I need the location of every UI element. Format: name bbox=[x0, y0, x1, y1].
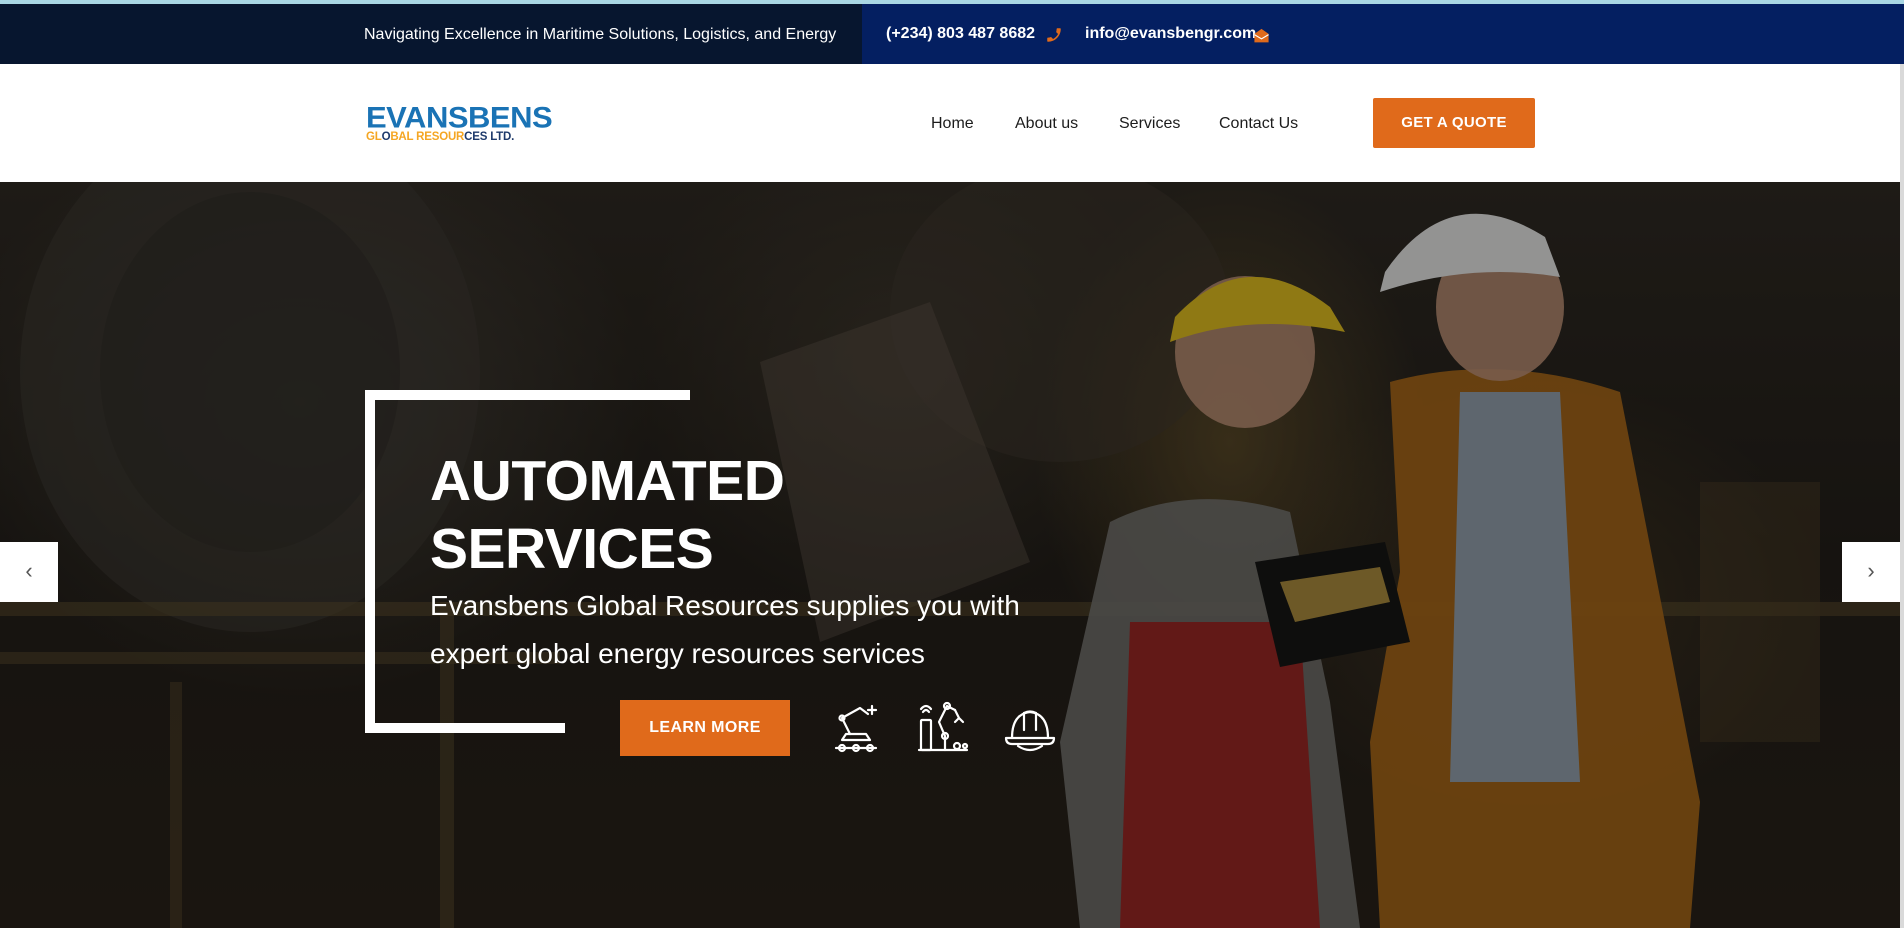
learn-more-button[interactable]: LEARN MORE bbox=[620, 700, 790, 756]
hero-slider: AUTOMATED SERVICES Evansbens Global Reso… bbox=[0, 182, 1904, 928]
main-header: EVANSBENS GLOBAL RESOURCES LTD. Home Abo… bbox=[0, 64, 1904, 182]
robot-arm-conveyor-icon bbox=[834, 704, 878, 753]
company-logo[interactable]: EVANSBENS GLOBAL RESOURCES LTD. bbox=[366, 100, 553, 150]
phone-icon bbox=[1047, 28, 1061, 42]
hard-hat-icon bbox=[1004, 710, 1056, 752]
get-a-quote-button[interactable]: GET A QUOTE bbox=[1373, 98, 1535, 148]
phone-link[interactable]: (+234) 803 487 8682 bbox=[886, 25, 1035, 43]
slider-prev-arrow[interactable]: ‹ bbox=[0, 542, 58, 602]
industrial-robot-icon bbox=[917, 701, 969, 752]
hero-title-line1: AUTOMATED bbox=[430, 449, 785, 513]
page-scrollbar[interactable] bbox=[1900, 64, 1904, 928]
hero-title: AUTOMATED SERVICES bbox=[430, 447, 950, 583]
hero-title-line2: SERVICES bbox=[430, 517, 714, 581]
nav-services[interactable]: Services bbox=[1119, 115, 1180, 133]
frame-left-bar bbox=[365, 390, 375, 733]
slider-next-arrow[interactable]: › bbox=[1842, 542, 1900, 602]
top-info-bar: Navigating Excellence in Maritime Soluti… bbox=[0, 4, 1904, 64]
frame-bottom-bar bbox=[365, 723, 565, 733]
nav-about-us[interactable]: About us bbox=[1015, 115, 1078, 133]
tagline: Navigating Excellence in Maritime Soluti… bbox=[364, 26, 837, 43]
nav-home[interactable]: Home bbox=[931, 115, 974, 133]
hero-dark-overlay bbox=[0, 182, 1904, 928]
logo-wordmark: EVANSBENS bbox=[366, 100, 553, 135]
email-link[interactable]: info@evansbengr.com bbox=[1085, 25, 1256, 43]
nav-contact-us[interactable]: Contact Us bbox=[1219, 115, 1298, 133]
frame-top-bar bbox=[365, 390, 690, 400]
logo-tagline: GLOBAL RESOURCES LTD. bbox=[366, 131, 515, 143]
hero-subtitle: Evansbens Global Resources supplies you … bbox=[430, 590, 1020, 669]
envelope-icon bbox=[1254, 28, 1269, 43]
